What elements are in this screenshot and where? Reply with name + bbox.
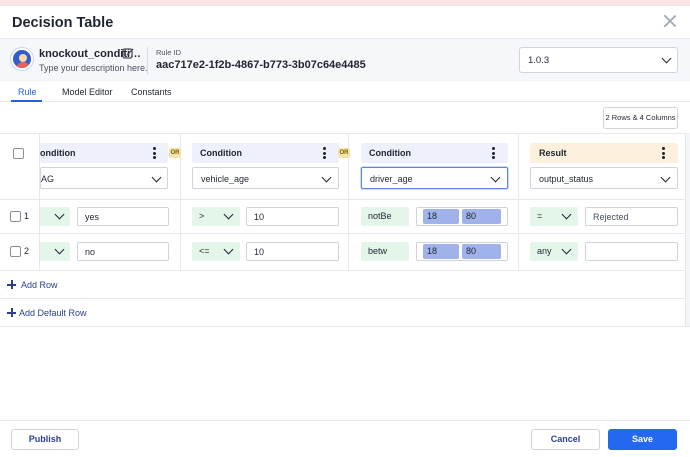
- column-header-result: Result: [530, 143, 678, 163]
- operator-select[interactable]: =: [530, 207, 578, 226]
- plus-icon: [7, 280, 16, 289]
- chevron-down-icon: [54, 209, 65, 220]
- chevron-down-icon: [54, 244, 65, 255]
- result-value-input[interactable]: [585, 242, 678, 261]
- column-field-select-3[interactable]: driver_age: [361, 167, 508, 189]
- column-menu-icon[interactable]: [492, 147, 495, 159]
- condition-value-input[interactable]: 10: [246, 242, 339, 261]
- operator-select[interactable]: >: [192, 207, 240, 226]
- close-icon[interactable]: [663, 14, 677, 28]
- decision-table: ondition AG OR Condition vehicle_age OR …: [0, 133, 690, 327]
- column-menu-icon[interactable]: [662, 147, 665, 159]
- publish-button[interactable]: Publish: [11, 429, 79, 450]
- range-min[interactable]: 18: [423, 209, 459, 224]
- avatar: [11, 48, 33, 70]
- active-tab-indicator: [11, 100, 42, 102]
- column-header-label: ondition: [40, 148, 76, 158]
- column-header-condition-1: ondition: [40, 143, 168, 163]
- or-connector-badge: OR: [338, 148, 350, 158]
- version-value: 1.0.3: [528, 55, 550, 66]
- result-value-input[interactable]: Rejected: [585, 207, 678, 226]
- column-field-select-2[interactable]: vehicle_age: [192, 167, 339, 189]
- column-header-label: Result: [539, 148, 567, 158]
- field-value: driver_age: [370, 174, 413, 184]
- rows-columns-summary-button[interactable]: 2 Rows & 4 Columns: [603, 107, 678, 129]
- chevron-down-icon: [661, 53, 672, 64]
- tab-bar: Rule Model Editor Constants: [0, 82, 690, 102]
- row-number: 2: [24, 246, 30, 256]
- edit-icon[interactable]: [122, 47, 134, 59]
- column-header-label: Condition: [200, 148, 242, 158]
- select-all-checkbox[interactable]: [13, 148, 24, 159]
- rule-id-label: Rule ID: [156, 48, 182, 57]
- tab-constants[interactable]: Constants: [131, 87, 172, 97]
- row-checkbox[interactable]: [10, 211, 21, 222]
- chevron-down-icon: [321, 172, 332, 183]
- operator-select[interactable]: <=: [192, 242, 240, 261]
- rule-description[interactable]: Type your description here.: [39, 63, 148, 73]
- range-min[interactable]: 18: [423, 244, 459, 259]
- column-header-label: Condition: [369, 148, 411, 158]
- chevron-down-icon: [151, 172, 162, 183]
- divider: [147, 47, 148, 75]
- column-header-condition-3: Condition: [361, 143, 508, 163]
- field-value: vehicle_age: [201, 174, 250, 184]
- chevron-down-icon: [223, 209, 234, 220]
- tab-model-editor[interactable]: Model Editor: [62, 87, 113, 97]
- range-input[interactable]: 18 80: [416, 242, 508, 261]
- row-number: 1: [24, 211, 30, 221]
- tab-rule[interactable]: Rule: [18, 87, 37, 97]
- operator-select[interactable]: any: [530, 242, 578, 261]
- cancel-button[interactable]: Cancel: [531, 429, 600, 450]
- operator-select[interactable]: notBe: [361, 207, 409, 226]
- range-max[interactable]: 80: [462, 209, 501, 224]
- operator-select[interactable]: [40, 207, 70, 226]
- chevron-down-icon: [223, 244, 234, 255]
- column-header-condition-2: Condition: [192, 143, 339, 163]
- chevron-down-icon: [490, 172, 501, 183]
- column-menu-icon[interactable]: [323, 147, 326, 159]
- horizontal-scroll-edge[interactable]: [685, 133, 690, 326]
- plus-icon: [7, 308, 16, 317]
- condition-value-input[interactable]: no: [77, 242, 169, 261]
- operator-select[interactable]: betw: [361, 242, 409, 261]
- version-select[interactable]: 1.0.3: [519, 47, 678, 73]
- condition-value-input[interactable]: 10: [246, 207, 339, 226]
- or-connector-badge: OR: [169, 148, 181, 158]
- dialog-title: Decision Table: [12, 15, 114, 31]
- field-value: output_status: [539, 174, 594, 184]
- dialog-footer: Publish Cancel Save: [0, 420, 690, 457]
- chevron-down-icon: [561, 244, 572, 255]
- chevron-down-icon: [660, 172, 671, 183]
- operator-select[interactable]: [40, 242, 70, 261]
- rule-info-bar: knockout_conditi… Type your description …: [0, 38, 690, 82]
- field-value: AG: [41, 174, 55, 184]
- add-default-row-button[interactable]: Add Default Row: [19, 308, 87, 318]
- column-field-select-4[interactable]: output_status: [530, 167, 678, 189]
- top-alert-stripe: [0, 0, 690, 6]
- chevron-down-icon: [561, 209, 572, 220]
- rule-id: aac717e2-1f2b-4867-b773-3b07c64e4485: [156, 59, 366, 71]
- range-max[interactable]: 80: [462, 244, 501, 259]
- add-row-button[interactable]: Add Row: [21, 280, 58, 290]
- range-input[interactable]: 18 80: [416, 207, 508, 226]
- row-checkbox[interactable]: [10, 246, 21, 257]
- condition-value-input[interactable]: yes: [77, 207, 169, 226]
- column-field-select-1[interactable]: AG: [40, 167, 168, 189]
- column-menu-icon[interactable]: [153, 147, 156, 159]
- save-button[interactable]: Save: [608, 429, 677, 450]
